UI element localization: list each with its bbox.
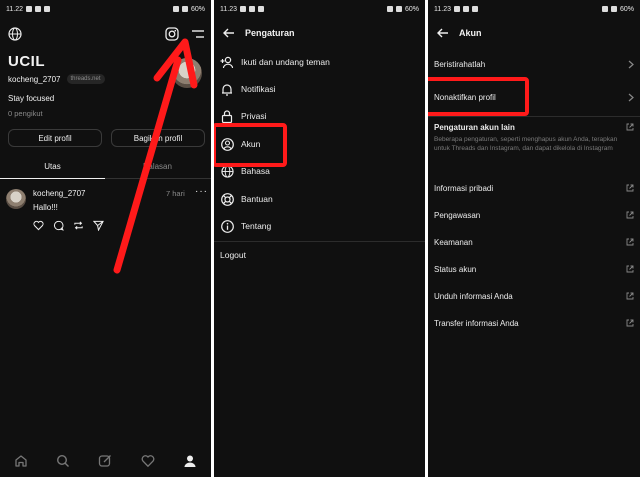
- account-item-transfer-info[interactable]: Transfer informasi Anda: [434, 316, 634, 330]
- account-item-label: Status akun: [434, 264, 477, 274]
- bell-icon: [222, 83, 232, 96]
- info-icon: [220, 219, 234, 233]
- battery-level: 60%: [619, 5, 634, 13]
- account-item-label: Pengawasan: [434, 210, 481, 220]
- home-icon[interactable]: [14, 454, 28, 468]
- account-item-label: Unduh informasi Anda: [434, 291, 513, 301]
- chevron-right-icon: [628, 60, 634, 68]
- account-header: Akun: [428, 22, 640, 44]
- logout-button[interactable]: Logout: [214, 242, 425, 268]
- notification-icon: [240, 6, 246, 12]
- signal-icon: [610, 6, 617, 12]
- highlight-box: [214, 123, 287, 167]
- notification-icon: [258, 6, 264, 12]
- chevron-right-icon: [628, 93, 634, 101]
- compose-icon[interactable]: [98, 454, 112, 468]
- account-item-security[interactable]: Keamanan: [434, 235, 634, 249]
- other-settings-description: Beberapa pengaturan, seperti menghapus a…: [434, 136, 618, 152]
- account-item-supervision[interactable]: Pengawasan: [434, 208, 634, 222]
- settings-item-help[interactable]: Bantuan: [214, 186, 425, 212]
- external-link-icon: [626, 292, 634, 300]
- status-time: 11.23: [220, 5, 237, 13]
- account-item-label: Transfer informasi Anda: [434, 318, 519, 328]
- profile-screen: 11.22 60% UCIL kocheng_2707 threads.net …: [0, 0, 211, 477]
- status-bar: 11.23 60%: [214, 0, 425, 18]
- account-item-label: Keamanan: [434, 237, 473, 247]
- status-bar: 11.23 60%: [428, 0, 640, 18]
- external-link-icon: [626, 184, 634, 192]
- back-arrow-icon[interactable]: [436, 28, 450, 38]
- back-arrow-icon[interactable]: [222, 28, 236, 38]
- add-person-icon: [220, 56, 234, 68]
- account-screen: 11.23 60% Akun Beristirahatlah Nonaktifk…: [428, 0, 640, 477]
- notification-icon: [472, 6, 478, 12]
- account-item-label: Beristirahatlah: [434, 59, 486, 69]
- wifi-icon: [386, 6, 393, 12]
- page-title: Pengaturan: [245, 28, 295, 38]
- bottom-navigation: [0, 445, 211, 477]
- settings-item-follow-invite[interactable]: Ikuti dan undang teman: [214, 49, 425, 75]
- account-item-label: Informasi pribadi: [434, 183, 494, 193]
- external-link-icon: [626, 319, 634, 327]
- settings-item-label: Bantuan: [241, 194, 273, 204]
- settings-screen: 11.23 60% Pengaturan Ikuti dan undang te…: [214, 0, 425, 477]
- highlight-box: [428, 77, 529, 116]
- annotation-arrow-icon: [113, 38, 198, 274]
- wifi-icon: [601, 6, 608, 12]
- settings-item-notifications[interactable]: Notifikasi: [214, 76, 425, 102]
- notification-icon: [249, 6, 255, 12]
- signal-icon: [395, 6, 402, 12]
- account-item-label: Pengaturan akun lain: [434, 122, 515, 132]
- settings-item-label: Privasi: [241, 111, 267, 121]
- profile-icon[interactable]: [183, 454, 197, 468]
- settings-item-label: Bahasa: [241, 166, 270, 176]
- logout-label: Logout: [220, 250, 246, 260]
- battery-level: 60%: [404, 5, 419, 13]
- account-item-other-settings[interactable]: Pengaturan akun lain: [434, 121, 634, 133]
- notification-icon: [454, 6, 460, 12]
- external-link-icon: [626, 265, 634, 273]
- page-title: Akun: [459, 28, 482, 38]
- status-time: 11.23: [434, 5, 451, 13]
- search-icon[interactable]: [56, 454, 70, 468]
- account-item-download-info[interactable]: Unduh informasi Anda: [434, 289, 634, 303]
- external-link-icon: [626, 238, 634, 246]
- divider: [428, 116, 640, 117]
- account-item-personal-info[interactable]: Informasi pribadi: [434, 181, 634, 195]
- account-item-account-status[interactable]: Status akun: [434, 262, 634, 276]
- settings-item-label: Tentang: [241, 221, 272, 231]
- lock-icon: [221, 109, 233, 123]
- settings-header: Pengaturan: [214, 22, 425, 44]
- settings-item-label: Notifikasi: [241, 84, 276, 94]
- external-link-icon: [626, 123, 634, 131]
- lifebuoy-icon: [220, 192, 234, 206]
- settings-item-label: Ikuti dan undang teman: [241, 57, 330, 67]
- external-link-icon: [626, 211, 634, 219]
- notification-icon: [463, 6, 469, 12]
- settings-item-about[interactable]: Tentang: [214, 213, 425, 239]
- activity-heart-icon[interactable]: [141, 454, 155, 468]
- account-item-take-a-break[interactable]: Beristirahatlah: [434, 56, 634, 72]
